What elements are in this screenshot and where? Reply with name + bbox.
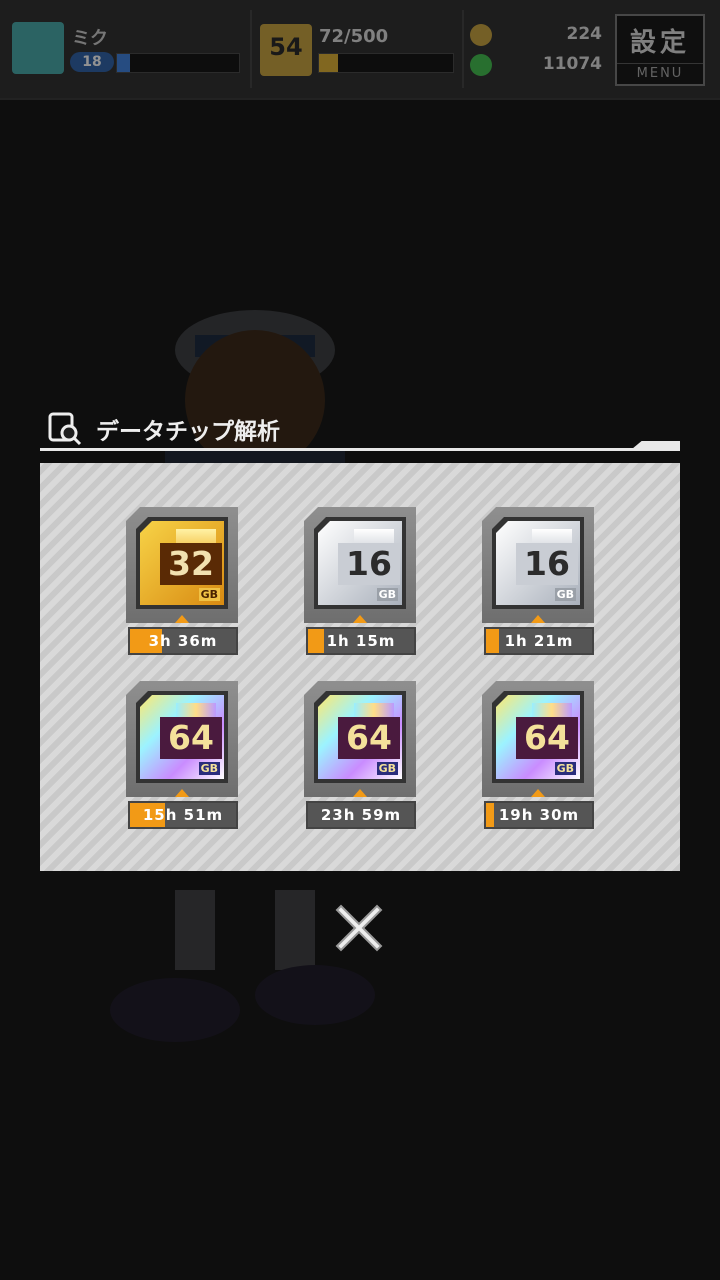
chip-capacity: 16 [338, 543, 400, 585]
menu-label: MENU [617, 63, 703, 81]
timer-text: 3h 36m [148, 632, 218, 650]
chip-capacity: 32 [160, 543, 222, 585]
exp-bar-fill [117, 54, 131, 72]
datachip-slot[interactable]: 64 GB 19h 30m [482, 681, 596, 831]
chip-unit: GB [554, 762, 576, 775]
chip-timer: 3h 36m [128, 627, 238, 655]
rank-bar [318, 53, 454, 73]
title-underline [40, 448, 680, 451]
datachip-slot[interactable]: 64 GB 23h 59m [304, 681, 418, 831]
chip-timer: 23h 59m [306, 801, 416, 829]
datachip-icon: 64 GB [318, 695, 402, 779]
chip-socket: 16 GB [492, 517, 584, 609]
chip-capacity: 64 [516, 717, 578, 759]
menu-button[interactable]: 設定 MENU [615, 14, 705, 86]
chip-unit: GB [198, 762, 220, 775]
datachip-slot[interactable]: 32 GB 3h 36m [126, 507, 240, 657]
character-name: ミク [72, 28, 108, 49]
chip-unit: GB [198, 588, 220, 601]
character-avatar [12, 22, 64, 74]
timer-text: 1h 15m [326, 632, 396, 650]
chip-capacity: 64 [338, 717, 400, 759]
chip-unit: GB [554, 588, 576, 601]
character-level-badge: 18 [70, 52, 114, 72]
timer-text: 15h 51m [142, 806, 224, 824]
up-arrow-icon [175, 615, 189, 623]
datachip-slot[interactable]: 64 GB 15h 51m [126, 681, 240, 831]
magnify-chip-icon [48, 412, 82, 446]
up-arrow-icon [531, 615, 545, 623]
chip-socket: 64 GB [136, 691, 228, 783]
timer-text: 23h 59m [320, 806, 402, 824]
chip-socket: 32 GB [136, 517, 228, 609]
up-arrow-icon [353, 789, 367, 797]
datachip-icon: 64 GB [496, 695, 580, 779]
datachip-icon: 16 GB [318, 521, 402, 605]
datachip-slot[interactable]: 16 GB 1h 21m [482, 507, 596, 657]
chip-timer: 15h 51m [128, 801, 238, 829]
chip-timer: 1h 21m [484, 627, 594, 655]
datachip-panel: 32 GB 3h 36m 16 GB 1h 15m 16 GB 1h 21m 64 GB 15h 51… [40, 463, 680, 871]
chip-unit: GB [376, 588, 398, 601]
chip-capacity: 16 [516, 543, 578, 585]
coin-icon [470, 24, 492, 46]
divider [462, 10, 464, 88]
up-arrow-icon [353, 615, 367, 623]
close-x-icon[interactable] [333, 902, 385, 954]
rank-bar-fill [319, 54, 339, 72]
timer-text: 1h 21m [504, 632, 574, 650]
chip-timer: 19h 30m [484, 801, 594, 829]
chip-socket: 64 GB [314, 691, 406, 783]
gem-count: 11074 [542, 54, 602, 74]
up-arrow-icon [175, 789, 189, 797]
rank-progress-text: 72/500 [319, 26, 389, 47]
gem-icon [470, 54, 492, 76]
status-bar: ミク 18 54 72/500 224 11074 設定 MENU [0, 0, 720, 100]
chip-socket: 64 GB [492, 691, 584, 783]
menu-kanji-label: 設定 [629, 28, 690, 58]
datachip-icon: 16 GB [496, 521, 580, 605]
exp-bar [116, 53, 240, 73]
up-arrow-icon [531, 789, 545, 797]
chip-socket: 16 GB [314, 517, 406, 609]
coin-count: 224 [566, 24, 603, 44]
divider [250, 10, 252, 88]
datachip-slot[interactable]: 16 GB 1h 15m [304, 507, 418, 657]
chip-timer: 1h 15m [306, 627, 416, 655]
datachip-icon: 32 GB [140, 521, 224, 605]
datachip-icon: 64 GB [140, 695, 224, 779]
dialog-title: データチップ解析 [96, 419, 280, 445]
rank-badge: 54 [260, 24, 312, 76]
chip-unit: GB [376, 762, 398, 775]
chip-capacity: 64 [160, 717, 222, 759]
timer-text: 19h 30m [498, 806, 580, 824]
